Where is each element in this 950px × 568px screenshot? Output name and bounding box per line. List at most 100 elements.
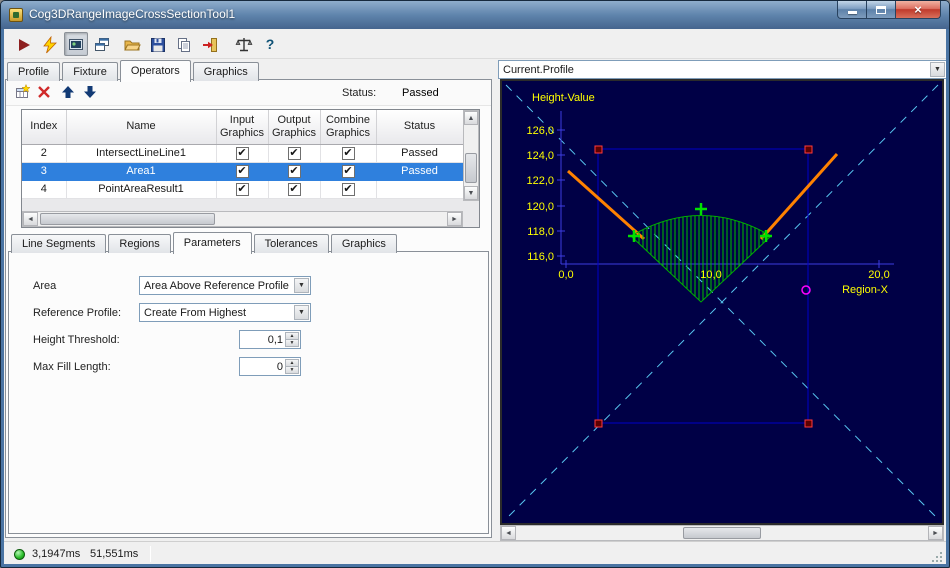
copy-results-button[interactable] — [172, 32, 196, 56]
tab-parameters[interactable]: Parameters — [172, 232, 252, 254]
tab-line-segments[interactable]: Line Segments — [11, 234, 107, 253]
scroll-up-button[interactable]: ▲ — [464, 111, 478, 125]
titlebar[interactable]: Cog3DRangeImageCrossSectionTool1 × — [1, 1, 949, 29]
cell-index: 2 — [22, 144, 67, 163]
operator-toolbar: Status: Passed — [6, 80, 491, 106]
scroll-left-icon: ◄ — [505, 530, 512, 537]
tab-regions[interactable]: Regions — [108, 234, 171, 253]
execution-time: 3,1947ms — [32, 548, 81, 560]
table-vertical-scrollbar[interactable]: ▲ ▼ — [463, 110, 479, 201]
delete-icon — [38, 86, 50, 98]
svg-text:Region-X: Region-X — [842, 284, 889, 296]
current-profile-dropdown[interactable]: Current.Profile ▼ — [498, 60, 946, 79]
scroll-thumb[interactable] — [40, 213, 215, 225]
output-graphics-checkbox[interactable]: ✔ — [287, 146, 301, 160]
input-graphics-checkbox[interactable]: ✔ — [235, 146, 249, 160]
parameters-panel: Area Area Above Reference Profile ▼ Refe… — [8, 251, 489, 534]
column-header-combine-graphics[interactable]: Combine Graphics — [320, 110, 377, 145]
column-header-index[interactable]: Index — [22, 110, 67, 145]
tab-graphics[interactable]: Graphics — [192, 62, 259, 81]
table-row[interactable]: 4 PointAreaResult1 ✔ ✔ ✔ — [22, 180, 464, 199]
minimize-button[interactable] — [837, 1, 867, 19]
move-down-button[interactable] — [80, 84, 100, 103]
float-window-icon — [95, 38, 109, 51]
scroll-down-button[interactable]: ▼ — [464, 186, 478, 200]
spin-down-button[interactable]: ▼ — [285, 339, 299, 347]
main-toolbar: ? — [4, 29, 946, 59]
plot-horizontal-scrollbar[interactable]: ◄ ► — [500, 525, 944, 541]
profile-plot-area[interactable]: Height-Value 126,0 124,0 122,0 120,0 118,0 116… — [500, 79, 944, 525]
tab-fixture[interactable]: Fixture — [62, 62, 118, 81]
dropdown-arrow-icon[interactable]: ▼ — [294, 278, 309, 293]
svg-text:118,0: 118,0 — [527, 226, 554, 238]
column-header-name[interactable]: Name — [66, 110, 217, 145]
main-tab-strip: Profile Fixture Operators Graphics — [7, 60, 261, 82]
operators-grid: Index Name Input Graphics Output Graphic… — [21, 109, 480, 228]
table-row-selected[interactable]: 3 Area1 ✔ ✔ ✔ Passed — [22, 162, 464, 181]
live-run-button[interactable] — [38, 32, 62, 56]
dropdown-arrow-icon[interactable]: ▼ — [930, 62, 945, 77]
scroll-thumb[interactable] — [683, 527, 761, 539]
tab-tolerances[interactable]: Tolerances — [253, 234, 329, 253]
reset-button[interactable] — [198, 32, 222, 56]
copy-icon — [178, 38, 190, 52]
area-dropdown[interactable]: Area Above Reference Profile ▼ — [139, 276, 311, 295]
combine-graphics-checkbox[interactable]: ✔ — [341, 164, 355, 178]
arrow-up-icon — [62, 86, 74, 98]
cell-status: Passed — [376, 144, 464, 163]
scroll-left-button[interactable]: ◄ — [501, 526, 516, 540]
cell-input-graphics: ✔ — [216, 162, 269, 181]
column-header-status[interactable]: Status — [376, 110, 464, 145]
delete-operator-button[interactable] — [34, 84, 54, 103]
show-image-toggle[interactable] — [64, 32, 88, 56]
arrow-down-icon — [84, 86, 96, 98]
reference-profile-dropdown[interactable]: Create From Highest ▼ — [139, 303, 311, 322]
add-operator-button[interactable] — [12, 83, 32, 103]
output-graphics-checkbox[interactable]: ✔ — [287, 164, 301, 178]
height-threshold-spinner[interactable]: 0,1 ▲ ▼ — [239, 330, 301, 349]
tab-operators[interactable]: Operators — [119, 60, 191, 82]
output-graphics-checkbox[interactable]: ✔ — [287, 182, 301, 196]
cell-index: 4 — [22, 180, 67, 199]
check-icon: ✔ — [237, 146, 247, 159]
operator-sub-tab-strip: Line Segments Regions Parameters Tolerances… — [11, 232, 399, 254]
combine-graphics-checkbox[interactable]: ✔ — [341, 182, 355, 196]
cell-combine-graphics: ✔ — [320, 162, 377, 181]
close-icon: × — [914, 2, 922, 17]
scroll-thumb[interactable] — [465, 153, 477, 183]
profile-plot[interactable]: Height-Value 126,0 124,0 122,0 120,0 118,0 116… — [502, 81, 942, 523]
scroll-right-button[interactable]: ► — [928, 526, 943, 540]
save-button[interactable] — [146, 32, 170, 56]
window-title: Cog3DRangeImageCrossSectionTool1 — [29, 7, 236, 21]
help-button[interactable]: ? — [258, 32, 282, 56]
image-display-icon — [69, 39, 83, 50]
balance-button[interactable] — [232, 32, 256, 56]
scroll-left-button[interactable]: ◄ — [23, 212, 38, 226]
cell-status — [376, 180, 464, 199]
svg-text:0,0: 0,0 — [558, 269, 573, 281]
tab-profile[interactable]: Profile — [7, 62, 61, 81]
maximize-button[interactable] — [867, 1, 896, 19]
column-header-output-graphics[interactable]: Output Graphics — [268, 110, 321, 145]
open-button[interactable] — [120, 32, 144, 56]
table-horizontal-scrollbar[interactable]: ◄ ► — [22, 211, 463, 227]
spin-down-button[interactable]: ▼ — [285, 366, 299, 374]
cell-combine-graphics: ✔ — [320, 180, 377, 199]
tab-graphics-sub[interactable]: Graphics — [330, 234, 397, 253]
float-window-button[interactable] — [90, 32, 114, 56]
height-threshold-label: Height Threshold: — [33, 334, 120, 346]
resize-grip[interactable] — [931, 551, 944, 564]
column-header-input-graphics[interactable]: Input Graphics — [216, 110, 269, 145]
dropdown-arrow-icon[interactable]: ▼ — [294, 305, 309, 320]
balance-scale-icon — [235, 38, 253, 52]
run-button[interactable] — [12, 32, 36, 56]
table-row[interactable]: 2 IntersectLineLine1 ✔ ✔ ✔ Passed — [22, 144, 464, 163]
combine-graphics-checkbox[interactable]: ✔ — [341, 146, 355, 160]
max-fill-length-spinner[interactable]: 0 ▲ ▼ — [239, 357, 301, 376]
input-graphics-checkbox[interactable]: ✔ — [235, 182, 249, 196]
scroll-right-button[interactable]: ► — [447, 212, 462, 226]
svg-text:122,0: 122,0 — [526, 175, 554, 187]
input-graphics-checkbox[interactable]: ✔ — [235, 164, 249, 178]
close-button[interactable]: × — [896, 1, 941, 19]
move-up-button[interactable] — [58, 84, 78, 103]
